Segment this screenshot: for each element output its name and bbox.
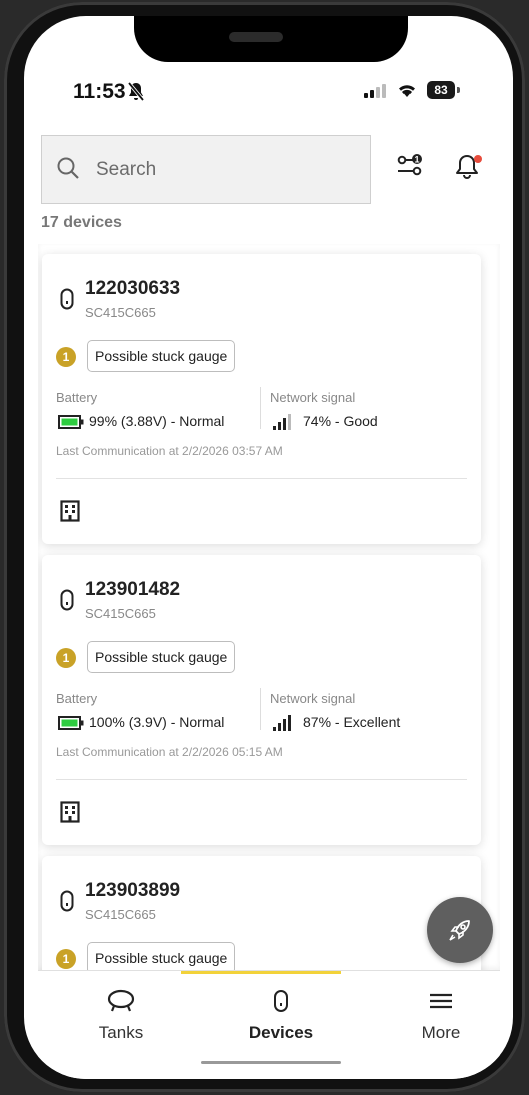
alert-count-badge: 1	[56, 648, 76, 668]
signal-label: Network signal	[270, 390, 356, 405]
battery-value: 100% (3.9V) - Normal	[89, 714, 225, 730]
last-communication: Last Communication at 2/2/2026 03:57 AM	[56, 444, 283, 458]
battery-label: Battery	[56, 691, 98, 706]
search-icon	[57, 157, 79, 179]
battery-indicator: 83	[427, 81, 455, 99]
tab-more[interactable]: More	[381, 989, 501, 1043]
tab-devices[interactable]: Devices	[221, 989, 341, 1043]
device-icon	[60, 288, 74, 310]
search-box[interactable]	[41, 135, 371, 204]
device-list[interactable]: 122030633 SC415C665 1 Possible stuck gau…	[38, 244, 500, 970]
tab-label: Devices	[248, 1023, 314, 1042]
cellular-signal-icon	[364, 84, 386, 98]
divider	[260, 387, 261, 429]
device-id: 122030633	[85, 278, 181, 299]
device-icon	[274, 990, 288, 1012]
alert-count-badge: 1	[56, 347, 76, 367]
silent-mode-icon	[127, 81, 145, 102]
battery-full-icon	[58, 716, 84, 730]
last-communication: Last Communication at 2/2/2026 05:15 AM	[56, 745, 283, 759]
building-icon[interactable]	[60, 801, 80, 823]
device-icon	[60, 890, 74, 912]
divider	[56, 779, 467, 780]
device-id: 123903899	[85, 880, 181, 901]
battery-tip	[457, 87, 460, 93]
battery-label: Battery	[56, 390, 98, 405]
tank-icon	[107, 989, 135, 1012]
device-icon	[60, 589, 74, 611]
divider	[260, 688, 261, 730]
battery-full-icon	[58, 415, 84, 429]
home-indicator	[201, 1061, 341, 1064]
alert-chip[interactable]: Possible stuck gauge	[87, 641, 236, 673]
signal-label: Network signal	[270, 691, 356, 706]
wifi-icon	[399, 85, 415, 97]
search-input[interactable]	[94, 154, 348, 186]
building-icon[interactable]	[60, 500, 80, 522]
battery-value: 99% (3.88V) - Normal	[89, 413, 225, 429]
tab-label: Tanks	[98, 1023, 144, 1042]
alert-chip[interactable]: Possible stuck gauge	[87, 340, 236, 372]
alert-chip[interactable]: Possible stuck gauge	[87, 942, 236, 970]
device-card[interactable]: 122030633 SC415C665 1 Possible stuck gau…	[42, 254, 481, 544]
notification-dot	[474, 155, 482, 163]
svg-text:1: 1	[414, 155, 419, 165]
tab-label: More	[421, 1023, 461, 1042]
notch	[134, 16, 408, 62]
filter-icon[interactable]: 1	[397, 154, 423, 178]
bottom-tab-bar: Tanks Devices More	[38, 970, 500, 1079]
active-tab-indicator	[181, 971, 341, 974]
device-card[interactable]: 123903899 SC415C665 1 Possible stuck gau…	[42, 856, 481, 970]
status-bar: 11:53 83	[24, 80, 513, 106]
divider	[56, 478, 467, 479]
quick-action-button[interactable]	[427, 897, 493, 963]
device-serial: SC415C665	[85, 305, 156, 320]
device-serial: SC415C665	[85, 606, 156, 621]
signal-value: 87% - Excellent	[303, 714, 401, 730]
signal-strength-icon	[273, 715, 291, 731]
phone-frame: 11:53 83 1	[4, 2, 525, 1092]
device-id: 123901482	[85, 579, 181, 600]
device-card[interactable]: 123901482 SC415C665 1 Possible stuck gau…	[42, 555, 481, 845]
status-time: 11:53	[73, 80, 126, 103]
rocket-icon	[449, 920, 470, 941]
app-screen: 11:53 83 1	[24, 16, 513, 1079]
menu-icon	[430, 993, 452, 1009]
alert-count-badge: 1	[56, 949, 76, 969]
device-count: 17 devices	[41, 214, 122, 231]
signal-strength-icon	[273, 414, 291, 430]
device-serial: SC415C665	[85, 907, 156, 922]
tab-tanks[interactable]: Tanks	[61, 989, 181, 1043]
signal-value: 74% - Good	[303, 413, 378, 429]
